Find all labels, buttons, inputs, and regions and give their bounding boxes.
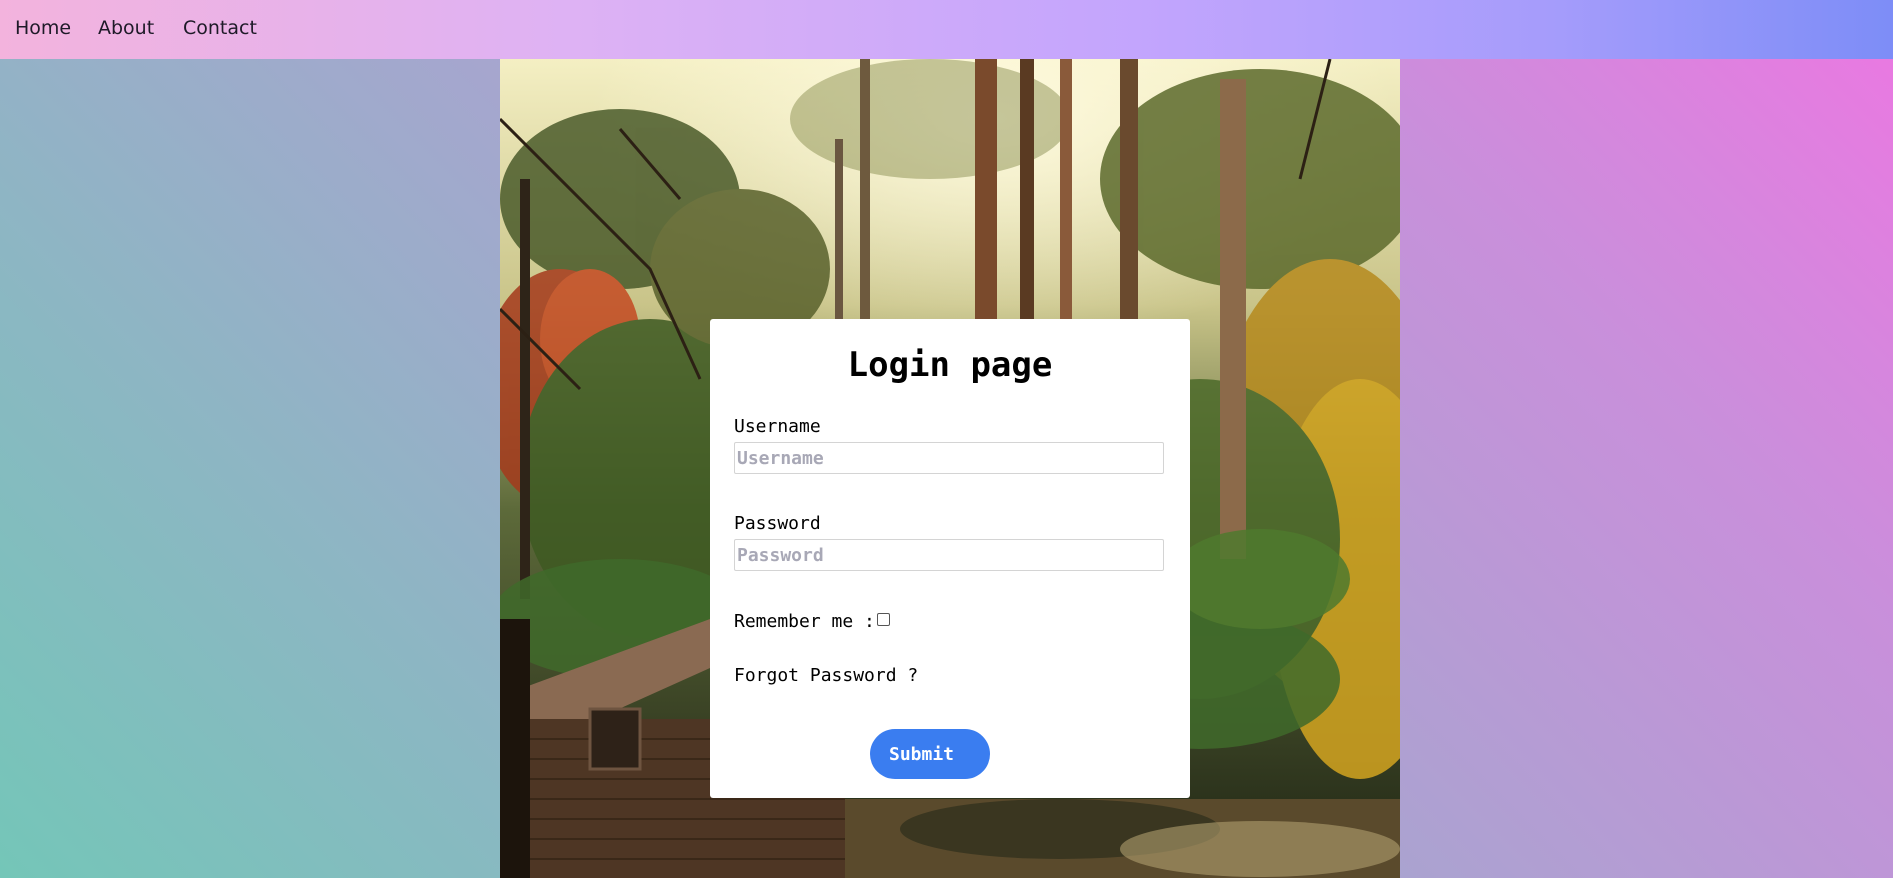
top-navbar: Home About Contact bbox=[0, 0, 1893, 59]
forgot-password-link[interactable]: Forgot Password ? bbox=[734, 665, 918, 686]
nav-link-contact[interactable]: Contact bbox=[183, 17, 257, 39]
password-label: Password bbox=[734, 513, 821, 534]
page-title: Login page bbox=[847, 345, 1053, 385]
username-label: Username bbox=[734, 416, 821, 437]
nav-link-about[interactable]: About bbox=[98, 17, 154, 39]
nav-link-home[interactable]: Home bbox=[15, 17, 71, 39]
password-input[interactable] bbox=[734, 539, 1164, 571]
login-card: Login page Username Password Remember me… bbox=[710, 319, 1190, 798]
submit-button[interactable]: Submit bbox=[870, 729, 990, 779]
remember-me-label: Remember me : bbox=[734, 611, 875, 632]
remember-me-row: Remember me : bbox=[734, 611, 890, 632]
remember-me-checkbox[interactable] bbox=[876, 613, 890, 626]
username-input[interactable] bbox=[734, 442, 1164, 474]
